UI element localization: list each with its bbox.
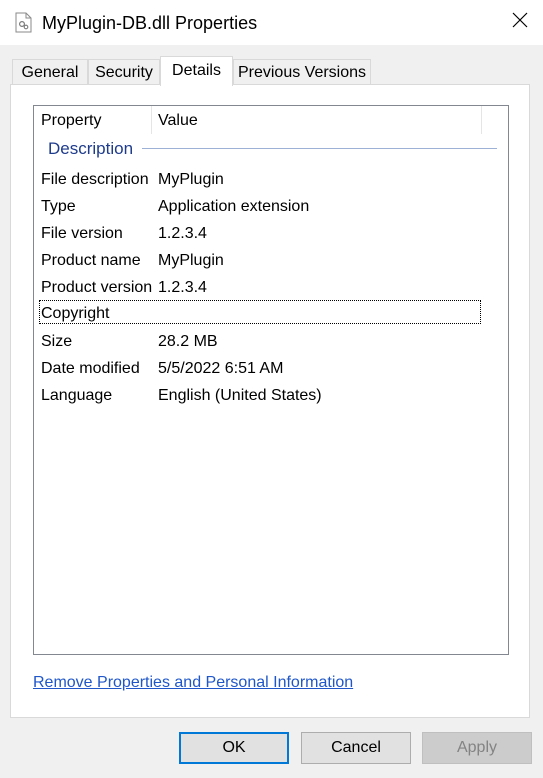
title-bar: MyPlugin-DB.dll Properties — [0, 0, 543, 45]
property-value: English (United States) — [158, 387, 322, 404]
dll-file-icon — [15, 12, 32, 33]
tab-general-label: General — [21, 64, 79, 81]
window-title: MyPlugin-DB.dll Properties — [42, 13, 258, 33]
property-name: File description — [41, 171, 149, 188]
list-row[interactable]: Product name MyPlugin — [34, 247, 508, 274]
column-header-value[interactable]: Value — [158, 111, 198, 131]
tab-previous-versions-label: Previous Versions — [237, 64, 367, 81]
tab-details[interactable]: Details — [160, 56, 233, 86]
property-name: Type — [41, 198, 76, 215]
ok-button[interactable]: OK — [179, 732, 289, 764]
cancel-button[interactable]: Cancel — [301, 732, 411, 764]
tab-general[interactable]: General — [12, 59, 88, 85]
list-row[interactable]: Language English (United States) — [34, 382, 508, 409]
property-name: Date modified — [41, 360, 140, 377]
apply-button[interactable]: Apply — [422, 732, 532, 764]
group-divider — [142, 148, 497, 149]
list-row[interactable]: File description MyPlugin — [34, 166, 508, 193]
property-value: 1.2.3.4 — [158, 279, 207, 296]
property-value: MyPlugin — [158, 252, 224, 269]
property-name: Language — [41, 387, 113, 404]
property-value: 1.2.3.4 — [158, 225, 207, 242]
property-value: 28.2 MB — [158, 333, 218, 350]
column-divider[interactable] — [481, 106, 482, 134]
tab-details-label: Details — [172, 62, 221, 79]
details-list[interactable]: Property Value Description File descript… — [33, 105, 509, 655]
list-row[interactable]: Size 28.2 MB — [34, 328, 508, 355]
property-value: MyPlugin — [158, 171, 224, 188]
property-value: Application extension — [158, 198, 310, 215]
tab-previous-versions[interactable]: Previous Versions — [233, 59, 371, 85]
property-name: Size — [41, 333, 73, 350]
close-button[interactable] — [497, 0, 543, 45]
remove-properties-link[interactable]: Remove Properties and Personal Informati… — [33, 673, 353, 693]
column-header-property[interactable]: Property — [41, 111, 101, 131]
list-row[interactable]: File version 1.2.3.4 — [34, 220, 508, 247]
list-row[interactable]: Product version 1.2.3.4 — [34, 274, 508, 301]
list-row-focused[interactable]: Copyright — [34, 300, 508, 327]
details-panel: Property Value Description File descript… — [10, 84, 530, 718]
list-row[interactable]: Date modified 5/5/2022 6:51 AM — [34, 355, 508, 382]
group-description-label[interactable]: Description — [48, 139, 133, 159]
property-name: Product name — [41, 252, 141, 269]
list-row[interactable]: Type Application extension — [34, 193, 508, 220]
property-value: 5/5/2022 6:51 AM — [158, 360, 284, 377]
tab-security-label: Security — [95, 64, 153, 81]
property-name: Copyright — [41, 305, 110, 322]
tab-strip: General Security Details Previous Versio… — [12, 56, 532, 86]
property-name: Product version — [41, 279, 153, 296]
property-name: File version — [41, 225, 123, 242]
column-divider[interactable] — [151, 106, 152, 134]
tab-security[interactable]: Security — [88, 59, 160, 85]
list-header: Property Value — [34, 106, 508, 134]
close-icon — [512, 12, 528, 33]
